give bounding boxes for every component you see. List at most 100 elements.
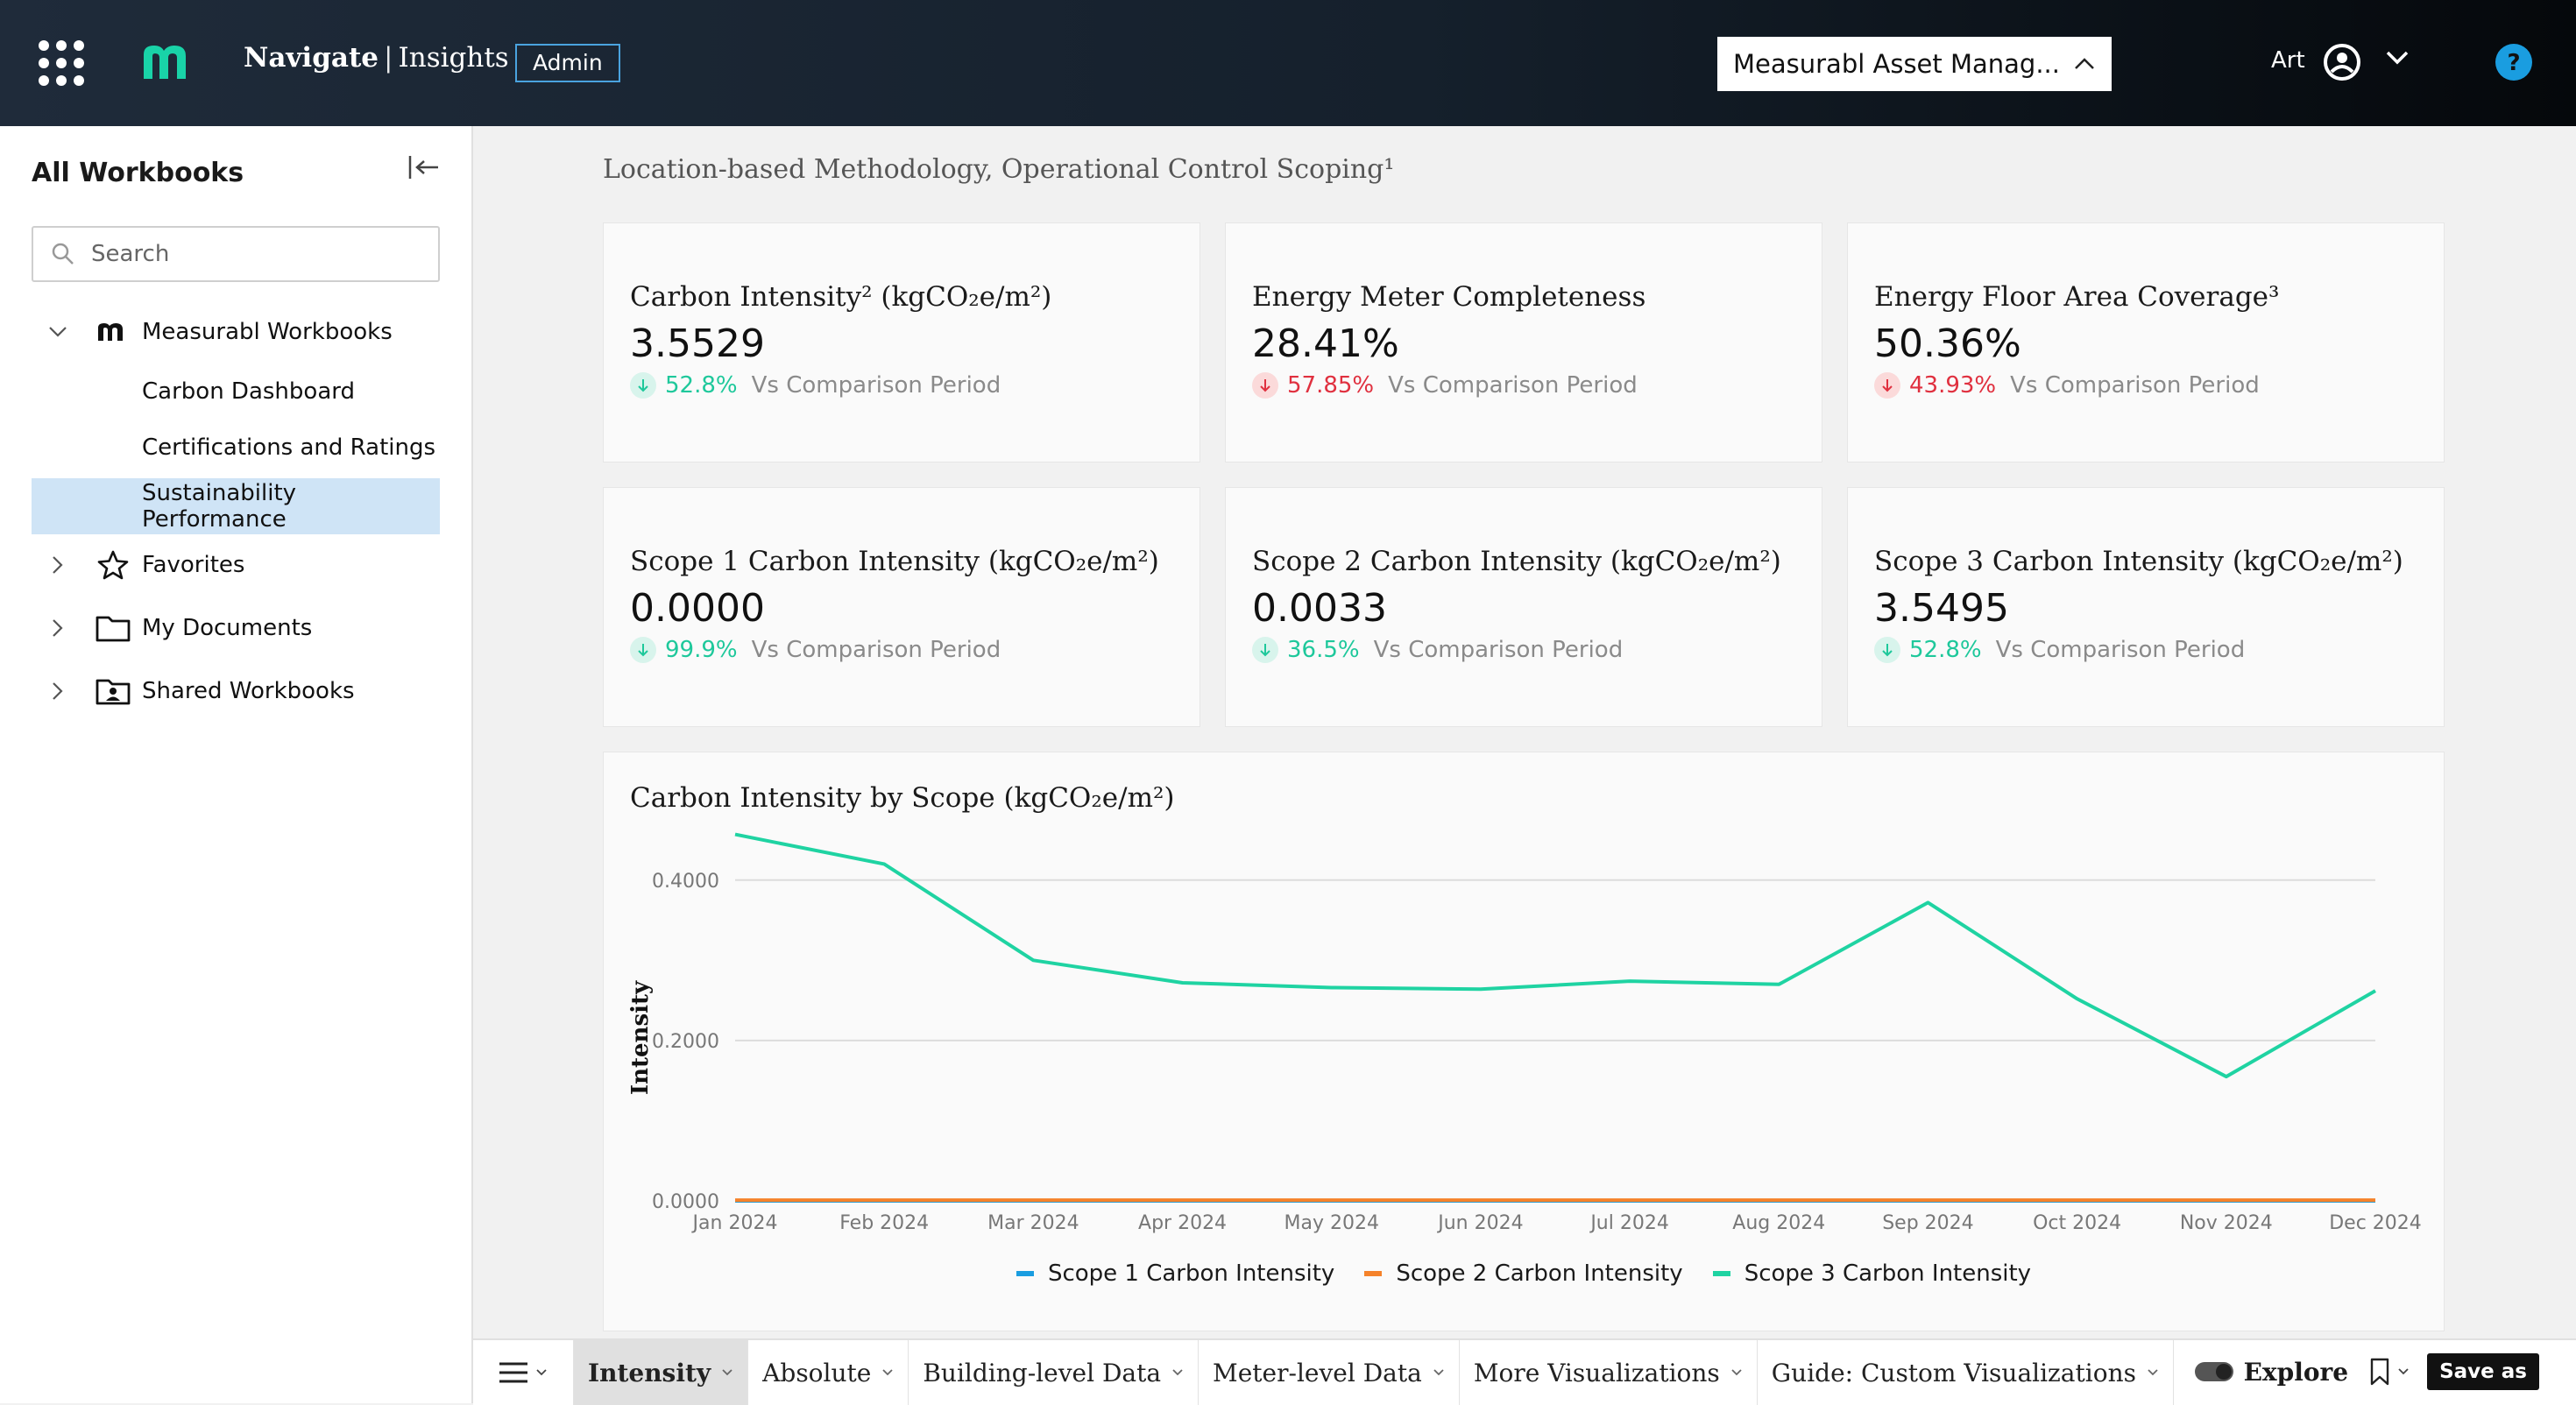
search-input[interactable] — [89, 240, 426, 268]
kpi-card-scope1-intensity[interactable]: Scope 1 Carbon Intensity (kgCO₂e/m²) 0.0… — [603, 487, 1200, 727]
y-tick-label: 0.0000 — [652, 1191, 719, 1213]
bookmark-icon[interactable] — [2369, 1358, 2390, 1386]
chevron-down-icon — [722, 1369, 732, 1376]
kpi-title: Scope 1 Carbon Intensity (kgCO₂e/m²) — [630, 546, 1159, 577]
tab-meter-level-data[interactable]: Meter-level Data — [1198, 1340, 1459, 1405]
legend-item-scope1[interactable]: Scope 1 Carbon Intensity — [1016, 1260, 1334, 1287]
tab-building-level-data[interactable]: Building-level Data — [908, 1340, 1198, 1405]
tab-label: More Visualizations — [1473, 1358, 1720, 1387]
tab-more-visualizations[interactable]: More Visualizations — [1458, 1340, 1757, 1405]
hamburger-menu-icon — [499, 1362, 527, 1383]
workbook-tab-bar: Intensity Absolute Building-level Data M… — [473, 1338, 2576, 1405]
chevron-right-icon[interactable] — [52, 618, 64, 638]
kpi-card-energy-meter-completeness[interactable]: Energy Meter Completeness 28.41% 57.85% … — [1225, 222, 1822, 462]
chevron-up-icon — [2075, 58, 2094, 69]
legend-label: Scope 2 Carbon Intensity — [1396, 1260, 1683, 1287]
svg-text:?: ? — [2507, 50, 2520, 76]
kpi-title: Carbon Intensity² (kgCO₂e/m²) — [630, 281, 1052, 313]
sidebar-item-label: My Documents — [142, 615, 313, 641]
kpi-delta-value: 99.9% — [665, 637, 738, 663]
chevron-down-icon[interactable] — [2397, 1367, 2410, 1376]
sidebar-item-certifications-and-ratings[interactable]: Certifications and Ratings — [32, 420, 440, 475]
kpi-card-scope3-intensity[interactable]: Scope 3 Carbon Intensity (kgCO₂e/m²) 3.5… — [1847, 487, 2445, 727]
legend-label: Scope 3 Carbon Intensity — [1744, 1260, 2032, 1287]
kpi-delta-caption: Vs Comparison Period — [2010, 372, 2260, 399]
legend-swatch — [1364, 1271, 1383, 1276]
sidebar-item-label: Carbon Dashboard — [142, 378, 355, 405]
measurabl-logo-icon — [98, 323, 123, 341]
tab-intensity[interactable]: Intensity — [573, 1340, 748, 1405]
chevron-down-icon[interactable] — [2385, 49, 2410, 67]
brand-product: Insights — [398, 42, 509, 74]
app-launcher-icon[interactable] — [39, 40, 84, 86]
kpi-delta: 52.8% Vs Comparison Period — [630, 372, 1001, 399]
x-tick-label: Feb 2024 — [839, 1212, 929, 1234]
organization-selector[interactable]: Measurabl Asset Manag... — [1717, 37, 2112, 91]
admin-badge[interactable]: Admin — [515, 44, 620, 82]
sidebar-item-measurabl-workbooks[interactable]: Measurabl Workbooks — [32, 305, 440, 359]
user-name[interactable]: Art — [2271, 47, 2305, 74]
line-chart[interactable]: 0.0000 0.2000 0.4000 Jan 2024 Feb 2024 Mar 20… — [604, 752, 2445, 1243]
chevron-down-icon — [1172, 1369, 1183, 1376]
x-tick-label: Aug 2024 — [1732, 1212, 1825, 1234]
shared-folder-icon — [96, 679, 131, 705]
save-as-button[interactable]: Save as — [2427, 1353, 2539, 1390]
sidebar-item-label: Shared Workbooks — [142, 678, 355, 704]
kpi-card-energy-floor-area-coverage[interactable]: Energy Floor Area Coverage³ 50.36% 43.93… — [1847, 222, 2445, 462]
chevron-right-icon[interactable] — [52, 681, 64, 701]
x-tick-label: Sep 2024 — [1882, 1212, 1973, 1234]
user-avatar-icon[interactable] — [2322, 42, 2362, 82]
sidebar-item-carbon-dashboard[interactable]: Carbon Dashboard — [32, 364, 440, 419]
sidebar-item-sustainability-performance[interactable]: Sustainability Performance — [32, 478, 440, 534]
chevron-down-icon — [2148, 1369, 2158, 1376]
arrow-down-icon — [1252, 637, 1278, 663]
kpi-value: 50.36% — [1874, 321, 2021, 366]
legend-item-scope3[interactable]: Scope 3 Carbon Intensity — [1712, 1260, 2032, 1287]
organization-selector-value: Measurabl Asset Manag... — [1733, 49, 2060, 79]
legend-swatch — [1016, 1271, 1034, 1276]
sidebar-search[interactable] — [32, 226, 440, 282]
kpi-delta-value: 36.5% — [1287, 637, 1360, 663]
kpi-value: 0.0033 — [1252, 586, 1387, 631]
tab-label: Meter-level Data — [1213, 1358, 1422, 1387]
y-tick-label: 0.4000 — [652, 871, 719, 893]
kpi-title: Energy Floor Area Coverage³ — [1874, 281, 2280, 313]
chevron-down-icon — [882, 1369, 893, 1376]
x-tick-label: Oct 2024 — [2033, 1212, 2121, 1234]
tab-absolute[interactable]: Absolute — [747, 1340, 908, 1405]
measurabl-logo-icon[interactable] — [140, 42, 195, 81]
carbon-intensity-chart-card[interactable]: Carbon Intensity by Scope (kgCO₂e/m²) 0.… — [603, 752, 2445, 1331]
sidebar-item-favorites[interactable]: Favorites — [32, 538, 440, 592]
page-menu-button[interactable] — [473, 1340, 573, 1405]
sidebar-item-label: Favorites — [142, 552, 245, 578]
kpi-value: 0.0000 — [630, 586, 765, 631]
kpi-card-carbon-intensity[interactable]: Carbon Intensity² (kgCO₂e/m²) 3.5529 52.… — [603, 222, 1200, 462]
sidebar-item-my-documents[interactable]: My Documents — [32, 601, 440, 655]
legend-swatch — [1712, 1271, 1730, 1276]
help-icon[interactable]: ? — [2494, 42, 2534, 82]
kpi-delta: 36.5% Vs Comparison Period — [1252, 637, 1623, 663]
chevron-right-icon[interactable] — [52, 555, 64, 575]
sidebar-title: All Workbooks — [32, 158, 244, 188]
explore-toggle[interactable] — [2194, 1362, 2233, 1381]
chevron-down-icon — [536, 1369, 547, 1376]
tab-label: Guide: Custom Visualizations — [1771, 1358, 2136, 1387]
x-tick-label: Jan 2024 — [691, 1212, 778, 1234]
chevron-down-icon[interactable] — [48, 326, 67, 338]
tab-guide-custom-visualizations[interactable]: Guide: Custom Visualizations — [1756, 1340, 2174, 1405]
brand-separator: | — [384, 42, 393, 74]
tab-label: Building-level Data — [923, 1358, 1162, 1387]
kpi-card-scope2-intensity[interactable]: Scope 2 Carbon Intensity (kgCO₂e/m²) 0.0… — [1225, 487, 1822, 727]
collapse-sidebar-icon[interactable] — [407, 152, 442, 184]
sidebar-item-label: Sustainability Performance — [142, 480, 297, 533]
folder-icon — [96, 616, 131, 642]
tab-label: Absolute — [762, 1358, 872, 1387]
kpi-delta-caption: Vs Comparison Period — [1373, 637, 1624, 663]
arrow-down-icon — [1874, 637, 1900, 663]
sidebar-item-shared-workbooks[interactable]: Shared Workbooks — [32, 664, 440, 718]
x-tick-label: Dec 2024 — [2329, 1212, 2422, 1234]
kpi-delta-caption: Vs Comparison Period — [751, 637, 1001, 663]
legend-item-scope2[interactable]: Scope 2 Carbon Intensity — [1364, 1260, 1683, 1287]
explore-label[interactable]: Explore — [2244, 1358, 2349, 1387]
kpi-delta-value: 52.8% — [1909, 637, 1982, 663]
